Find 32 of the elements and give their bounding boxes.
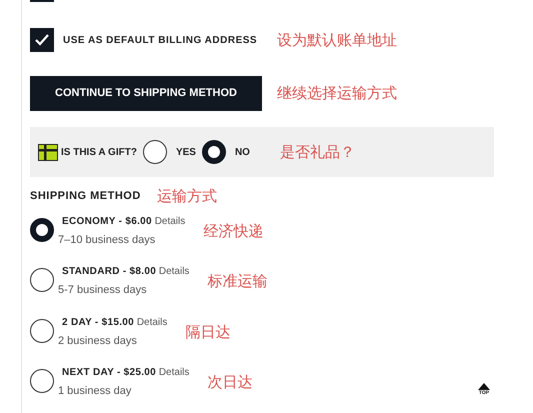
annotation: 继续选择运输方式 — [277, 83, 397, 104]
checkbox-label: USE AS DEFAULT BILLING ADDRESS — [63, 34, 258, 48]
annotation: 是否礼品？ — [280, 142, 355, 163]
gift-question: IS THIS A GIFT? — [61, 146, 137, 160]
annotation: 隔日达 — [185, 322, 230, 342]
radio-label: NO — [234, 146, 250, 160]
radio-button[interactable] — [30, 369, 54, 393]
radio-button[interactable] — [30, 318, 54, 342]
radio-button[interactable] — [30, 268, 54, 292]
shipping-option-title: ECONOMY - $6.00 Details — [62, 214, 186, 228]
shipping-option-title: 2 DAY - $15.00 Details — [62, 316, 168, 330]
continue-button[interactable]: CONTINUE TO SHIPPING METHOD — [30, 76, 262, 111]
annotation: 设为默认账单地址 — [277, 30, 397, 51]
delivery-time: 5-7 business days — [58, 283, 148, 298]
delivery-time: 2 business days — [58, 334, 138, 348]
annotation: 经济快递 — [203, 220, 264, 242]
radio-button[interactable] — [30, 218, 54, 242]
shipping-option-title: NEXT DAY - $25.00 Details — [62, 366, 190, 380]
section-heading: SHIPPING METHOD — [30, 189, 141, 204]
radio-label: YES — [176, 146, 196, 160]
annotation: 次日达 — [207, 372, 252, 393]
checkmark-icon — [34, 33, 50, 47]
delivery-time: 1 business day — [58, 384, 132, 399]
radio-button[interactable] — [202, 140, 226, 164]
radio-button[interactable] — [142, 140, 167, 164]
caret-up-icon — [478, 383, 490, 390]
shipping-option-title: STANDARD - $8.00 Details — [62, 265, 190, 279]
gift-icon — [38, 144, 58, 160]
delivery-time: 7–10 business days — [58, 232, 156, 248]
annotation: 标准运输 — [207, 271, 268, 292]
annotation: 运输方式 — [156, 186, 217, 207]
checkbox[interactable] — [30, 28, 54, 52]
